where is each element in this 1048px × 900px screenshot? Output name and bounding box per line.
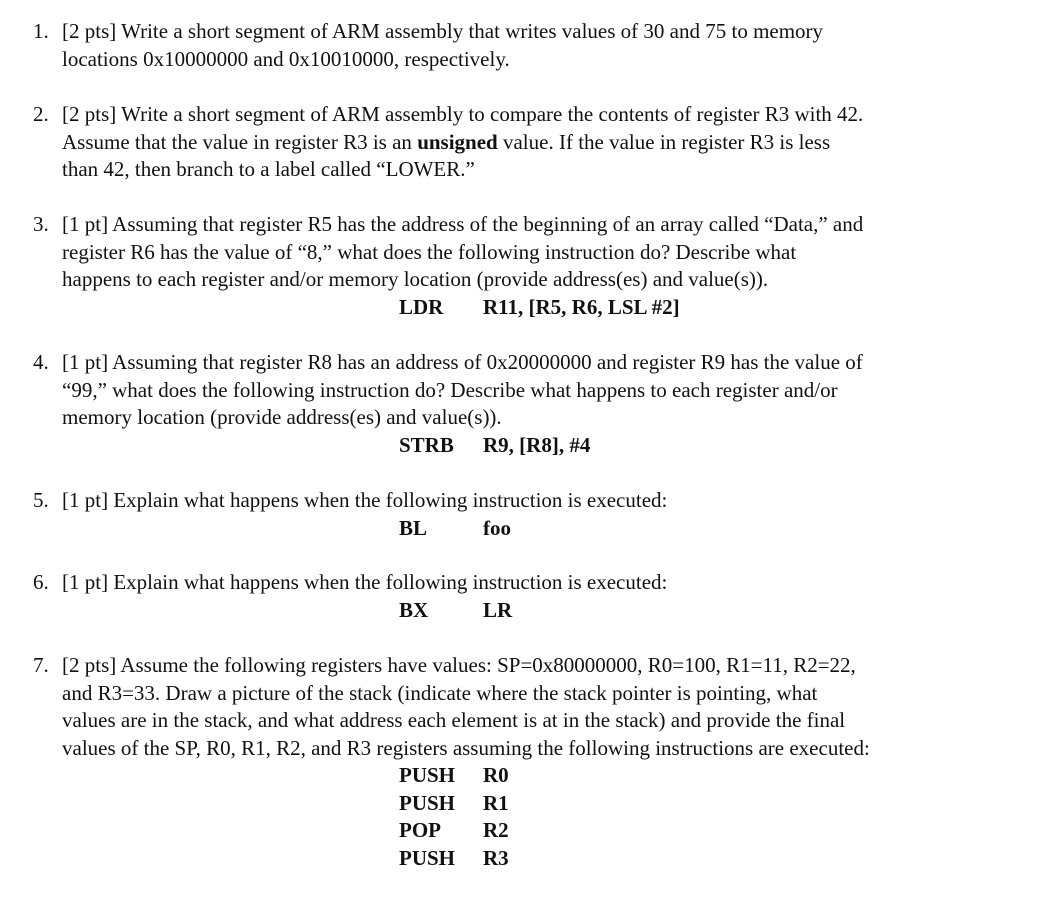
code-instruction: STRB R9, [R8], #4 xyxy=(399,432,1033,460)
question-number: 5. xyxy=(33,488,49,512)
instruction-opcode: PUSH xyxy=(399,845,456,870)
text-segment: value. If the value in register R3 is le… xyxy=(497,129,831,154)
question-text-line: [2 pts] Write a short segment of ARM ass… xyxy=(62,102,864,126)
question-text-line: memory location (provide address(es) and… xyxy=(62,405,502,429)
code-instruction: PUSH R0 xyxy=(399,762,1033,790)
question-1: 1. [2 pts] Write a short segment of ARM … xyxy=(33,18,1033,73)
code-instruction: LDR R11, [R5, R6, LSL #2] xyxy=(399,294,1033,322)
code-instruction: BL foo xyxy=(399,515,1033,543)
instruction-operands: R3 xyxy=(483,845,509,870)
instruction-operands: R9, [R8], #4 xyxy=(483,432,591,457)
question-text-line: than 42, then branch to a label called “… xyxy=(62,157,475,181)
question-number: 3. xyxy=(33,212,49,236)
code-instruction: PUSH R1 xyxy=(399,790,1033,818)
instruction-opcode: PUSH xyxy=(399,763,456,787)
question-number: 2. xyxy=(33,102,49,126)
question-5: 5. [1 pt] Explain what happens when the … xyxy=(33,487,1033,542)
question-text-line: [1 pt] Assuming that register R8 has an … xyxy=(62,350,863,374)
question-4: 4. [1 pt] Assuming that register R8 has … xyxy=(33,349,1033,459)
emphasis-unsigned: unsigned xyxy=(417,129,498,154)
question-text-line: [1 pt] Assuming that register R5 has the… xyxy=(62,212,864,236)
instruction-operands: LR xyxy=(483,597,513,622)
instruction-opcode: BX xyxy=(399,597,429,622)
question-text-line: Assume that the value in register R3 is … xyxy=(62,129,1033,157)
question-text-line: happens to each register and/or memory l… xyxy=(62,267,769,291)
question-3: 3. [1 pt] Assuming that register R5 has … xyxy=(33,211,1033,321)
code-instruction: PUSH R3 xyxy=(399,845,1033,873)
question-text-line: register R6 has the value of “8,” what d… xyxy=(62,239,797,264)
question-text-line: [1 pt] Explain what happens when the fol… xyxy=(62,488,668,512)
instruction-operands: foo xyxy=(483,515,511,540)
question-text-line: [2 pts] Assume the following registers h… xyxy=(62,653,856,677)
question-6: 6. [1 pt] Explain what happens when the … xyxy=(33,569,1033,624)
instruction-opcode: POP xyxy=(399,818,441,842)
question-7: 7. [2 pts] Assume the following register… xyxy=(33,652,1033,872)
instruction-operands: R11, [R5, R6, LSL #2] xyxy=(483,294,680,319)
question-text-line: [2 pts] Write a short segment of ARM ass… xyxy=(62,19,824,43)
instruction-opcode: PUSH xyxy=(399,790,456,815)
question-number: 7. xyxy=(33,653,49,677)
question-number: 1. xyxy=(33,19,49,43)
question-number: 6. xyxy=(33,570,49,594)
question-text-line: and R3=33. Draw a picture of the stack (… xyxy=(62,680,818,705)
question-2: 2. [2 pts] Write a short segment of ARM … xyxy=(33,101,1033,184)
instruction-operands: R1 xyxy=(483,790,509,815)
instruction-operands: R2 xyxy=(483,818,509,842)
instruction-opcode: BL xyxy=(399,515,428,540)
instruction-opcode: STRB xyxy=(399,432,454,457)
question-text-line: locations 0x10000000 and 0x10010000, res… xyxy=(62,46,510,71)
code-instruction: POP R2 xyxy=(399,817,1033,845)
question-text-line: values of the SP, R0, R1, R2, and R3 reg… xyxy=(62,735,870,760)
question-text-line: “99,” what does the following instructio… xyxy=(62,377,838,402)
instruction-operands: R0 xyxy=(483,763,509,787)
instruction-opcode: LDR xyxy=(399,294,444,319)
question-number: 4. xyxy=(33,350,49,374)
text-segment: Assume that the value in register R3 is … xyxy=(62,129,418,154)
question-text-line: [1 pt] Explain what happens when the fol… xyxy=(62,570,668,594)
code-instruction: BX LR xyxy=(399,597,1033,625)
question-text-line: values are in the stack, and what addres… xyxy=(62,708,846,732)
